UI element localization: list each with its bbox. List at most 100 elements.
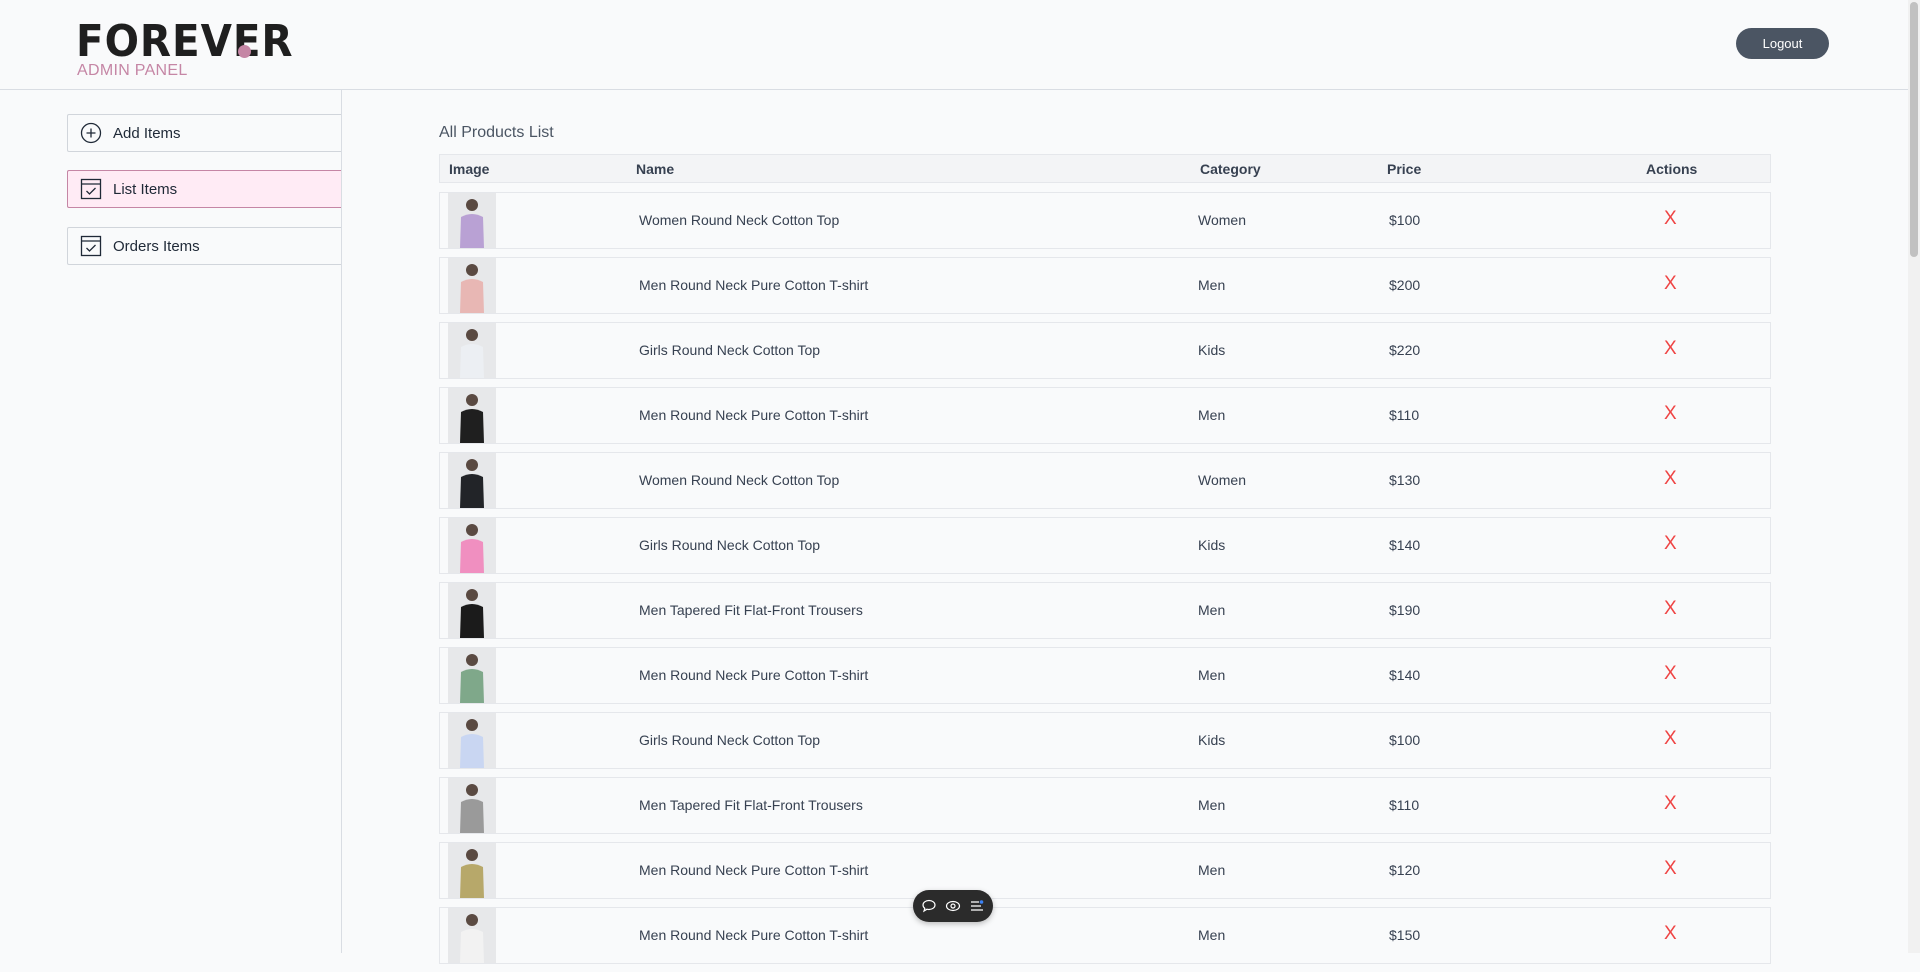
product-thumbnail [448,778,496,833]
column-header-name: Name [636,161,675,177]
product-category: Men [1198,927,1226,943]
product-name: Girls Round Neck Cotton Top [639,537,821,553]
table-row: Girls Round Neck Cotton Top Kids $100 X [439,712,1771,769]
delete-product-button[interactable]: X [1664,208,1677,230]
sidebar-item-add-items[interactable]: Add Items [67,114,341,152]
table-row: Men Round Neck Pure Cotton T-shirt Men $15… [439,907,1771,964]
column-header-actions: Actions [1646,161,1698,177]
product-thumbnail [448,583,496,638]
delete-product-button[interactable]: X [1664,923,1677,945]
checklist-icon [80,235,102,257]
table-row: Men Round Neck Pure Cotton T-shirt Men $20… [439,257,1771,314]
delete-product-button[interactable]: X [1664,858,1677,880]
product-price: $140 [1389,537,1421,553]
plus-circle-icon [80,122,102,144]
delete-product-button[interactable]: X [1664,468,1677,490]
product-category: Kids [1198,732,1226,748]
product-category: Kids [1198,537,1226,553]
product-name: Men Round Neck Pure Cotton T-shirt [639,277,869,293]
product-category: Kids [1198,342,1226,358]
floating-toolbar [913,890,993,922]
sidebar-item-list-items[interactable]: List Items [67,170,341,208]
product-price: $190 [1389,602,1421,618]
product-name: Men Round Neck Pure Cotton T-shirt [639,667,869,683]
logout-button[interactable]: Logout [1736,28,1829,59]
sidebar-item-label: List Items [113,180,178,198]
product-thumbnail [448,518,496,573]
table-row: Women Round Neck Cotton Top Women $130 X [439,452,1771,509]
table-row: Men Round Neck Pure Cotton T-shirt Men $11… [439,387,1771,444]
delete-product-button[interactable]: X [1664,273,1677,295]
delete-product-button[interactable]: X [1664,533,1677,555]
product-name: Women Round Neck Cotton Top [639,212,840,228]
sidebar-item-orders-items[interactable]: Orders Items [67,227,341,265]
checklist-icon [80,178,102,200]
product-price: $220 [1389,342,1421,358]
delete-product-button[interactable]: X [1664,338,1677,360]
delete-product-button[interactable]: X [1664,728,1677,750]
table-row: Men Tapered Fit Flat-Front Trousers Men $1… [439,777,1771,834]
sidebar-item-label: Orders Items [113,237,200,255]
product-thumbnail [448,843,496,898]
product-price: $140 [1389,667,1421,683]
product-price: $100 [1389,732,1421,748]
sidebar: Add Items List Items Orders Items [0,90,342,953]
product-thumbnail [448,388,496,443]
product-category: Women [1198,212,1246,228]
column-header-price: Price [1387,161,1422,177]
table-row: Women Round Neck Cotton Top Women $100 X [439,192,1771,249]
table-row: Men Round Neck Pure Cotton T-shirt Men $12… [439,842,1771,899]
sidebar-item-label: Add Items [113,124,181,142]
product-category: Men [1198,862,1226,878]
column-header-image: Image [449,161,490,177]
top-header: FOREVER ADMIN PANEL Logout [0,0,1908,90]
product-price: $200 [1389,277,1421,293]
delete-product-button[interactable]: X [1664,403,1677,425]
table-row: Girls Round Neck Cotton Top Kids $140 X [439,517,1771,574]
scrollbar-thumb[interactable] [1910,2,1918,257]
table-row: Men Tapered Fit Flat-Front Trousers Men $1… [439,582,1771,639]
delete-product-button[interactable]: X [1664,598,1677,620]
page-title: All Products List [439,124,554,141]
table-row: Men Round Neck Pure Cotton T-shirt Men $14… [439,647,1771,704]
eye-icon[interactable] [945,898,961,914]
delete-product-button[interactable]: X [1664,663,1677,685]
product-name: Girls Round Neck Cotton Top [639,342,821,358]
page-scrollbar[interactable] [1908,0,1920,953]
product-name: Men Round Neck Pure Cotton T-shirt [639,407,869,423]
brand-logo[interactable]: FOREVER ADMIN PANEL [76,18,312,80]
product-category: Men [1198,602,1226,618]
product-thumbnail [448,453,496,508]
product-category: Men [1198,667,1226,683]
product-price: $100 [1389,212,1421,228]
product-category: Men [1198,277,1226,293]
product-category: Men [1198,797,1226,813]
column-header-category: Category [1200,161,1261,177]
product-name: Women Round Neck Cotton Top [639,472,840,488]
delete-product-button[interactable]: X [1664,793,1677,815]
product-thumbnail [448,713,496,768]
product-price: $110 [1389,797,1420,813]
logo-dot [238,45,251,58]
product-price: $120 [1389,862,1421,878]
product-name: Men Tapered Fit Flat-Front Trousers [639,797,863,813]
product-thumbnail [448,648,496,703]
product-price: $110 [1389,407,1420,423]
product-table: Women Round Neck Cotton Top Women $100 X Men… [439,192,1771,972]
list-settings-icon[interactable] [969,898,985,914]
product-thumbnail [448,908,496,963]
table-header: Image Name Category Price Actions [439,154,1771,183]
product-thumbnail [448,193,496,248]
product-category: Women [1198,472,1246,488]
product-price: $130 [1389,472,1421,488]
table-row: Girls Round Neck Cotton Top Kids $220 X [439,322,1771,379]
product-thumbnail [448,258,496,313]
comment-icon[interactable] [921,898,937,914]
product-category: Men [1198,407,1226,423]
admin-panel-label: ADMIN PANEL [77,62,188,79]
product-name: Girls Round Neck Cotton Top [639,732,821,748]
product-thumbnail [448,323,496,378]
product-name: Men Round Neck Pure Cotton T-shirt [639,927,869,943]
product-name: Men Round Neck Pure Cotton T-shirt [639,862,869,878]
product-price: $150 [1389,927,1421,943]
